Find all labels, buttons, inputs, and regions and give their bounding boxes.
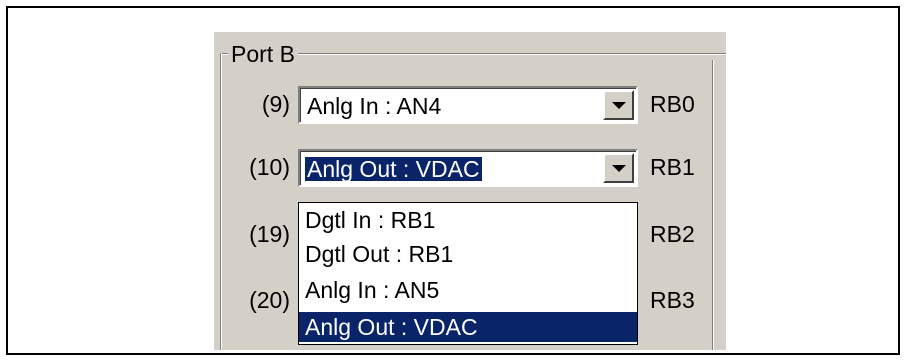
port-label-rb1: RB1 bbox=[650, 154, 695, 180]
rb1-dropdown-button[interactable] bbox=[603, 153, 634, 183]
dropdown-option-dgtl-in-rb1[interactable]: Dgtl In : RB1 bbox=[299, 205, 637, 235]
dropdown-option-anlg-out-vdac[interactable]: Anlg Out : VDAC bbox=[299, 312, 637, 342]
rb1-dropdown-list: Dgtl In : RB1 Dgtl Out : RB1 Anlg In : A… bbox=[298, 202, 638, 345]
dropdown-option-dgtl-out-rb1[interactable]: Dgtl Out : RB1 bbox=[299, 239, 637, 269]
groupbox-title: Port B bbox=[228, 42, 298, 66]
rb0-dropdown-button[interactable] bbox=[603, 90, 634, 120]
port-label-rb2: RB2 bbox=[650, 221, 695, 247]
chevron-down-icon bbox=[612, 102, 626, 109]
port-label-rb3: RB3 bbox=[650, 287, 695, 313]
rb0-combobox-value: Anlg In : AN4 bbox=[307, 93, 442, 119]
rb1-combobox[interactable]: Anlg Out : VDAC bbox=[298, 149, 638, 187]
rb0-combobox[interactable]: Anlg In : AN4 bbox=[298, 86, 638, 124]
groupbox-border-left bbox=[220, 53, 221, 350]
chevron-down-icon bbox=[612, 165, 626, 172]
pin-label-9: (9) bbox=[261, 91, 290, 117]
vertical-divider bbox=[712, 60, 713, 350]
pin-label-20: (20) bbox=[249, 287, 290, 313]
pin-label-19: (19) bbox=[249, 221, 290, 247]
dropdown-option-anlg-in-an5[interactable]: Anlg In : AN5 bbox=[299, 275, 637, 305]
pin-label-10: (10) bbox=[249, 154, 290, 180]
port-b-panel: Port B (9) Anlg In : AN4 RB0 (10) Anlg O… bbox=[214, 32, 726, 350]
port-label-rb0: RB0 bbox=[650, 91, 695, 117]
rb1-combobox-value: Anlg Out : VDAC bbox=[304, 156, 483, 182]
